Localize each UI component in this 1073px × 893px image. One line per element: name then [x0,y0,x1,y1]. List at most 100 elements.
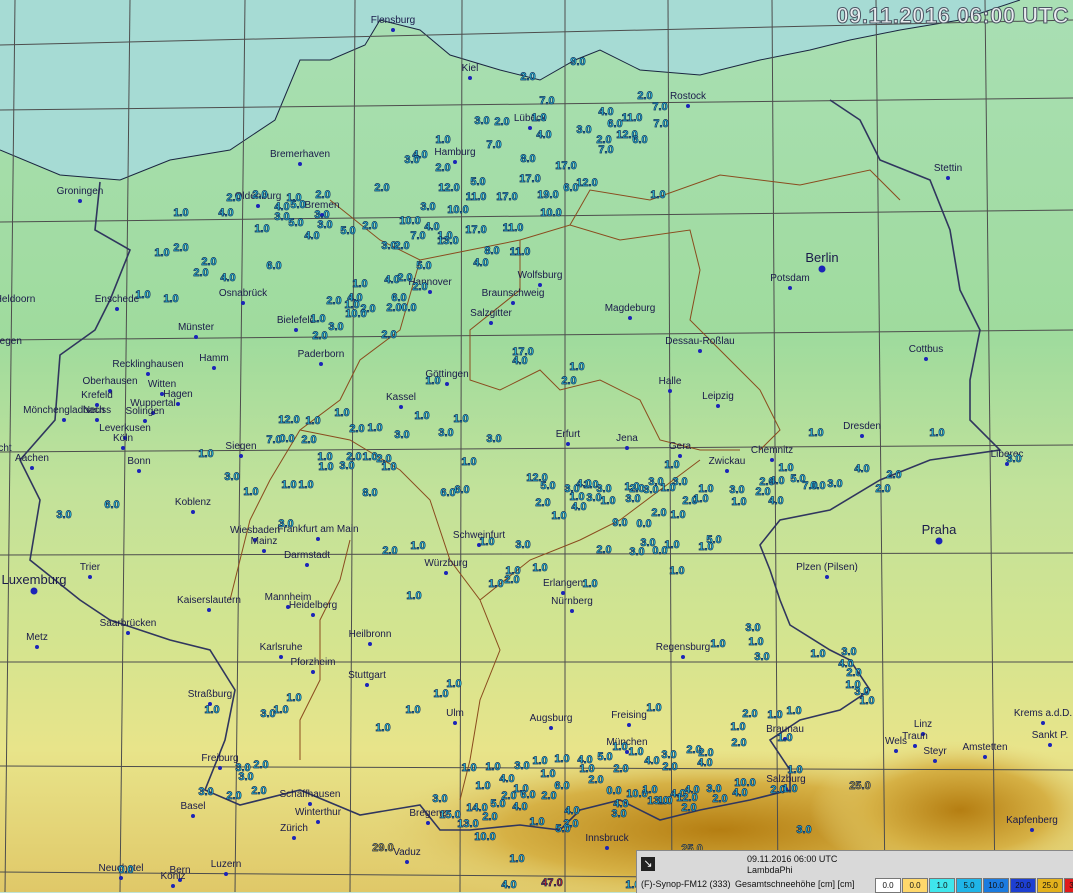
city-dot [78,199,82,203]
snow-depth-label: 1.0 [425,375,440,387]
city-dot [146,372,150,376]
city-label: Köniz [160,871,185,882]
city-label: Osnabrück [219,288,268,299]
snow-depth-label: 1.0 [414,410,429,422]
snow-depth-label: 1.0 [782,783,797,795]
city-dot [1048,743,1052,747]
city-dot [207,608,211,612]
snow-depth-label: 1.0 [650,189,665,201]
snow-depth-label: 1.0 [698,541,713,553]
snow-depth-label: 2.0 [382,545,397,557]
snow-depth-label: 5.0 [416,260,431,272]
city-dot [126,631,130,635]
city-dot [468,76,472,80]
legend-swatch: 30.0 [1064,878,1073,893]
legend-swatch: 0.0 [902,878,928,893]
city-dot [788,286,792,290]
city-dot [212,366,216,370]
snow-depth-label: 11.0 [466,191,487,203]
city-dot [1041,721,1045,725]
snow-depth-label: 5.0 [597,751,612,763]
snow-depth-label: 1.0 [582,578,597,590]
snow-depth-label: 3.0 [432,793,447,805]
city-label: Pforzheim [290,657,335,668]
city-label: Potsdam [770,273,809,284]
city-dot [453,160,457,164]
city-dot [311,613,315,617]
city-label: Wels [885,736,907,747]
snow-depth-label: 25.0 [849,780,870,792]
snow-depth-label: 1.0 [730,721,745,733]
city-dot [716,404,720,408]
snow-depth-label: 0.0 [652,545,667,557]
city-label: Trier [80,562,101,573]
snow-depth-map: FlensburgKielRostockLübeckBremerhaven Ham… [0,0,1073,892]
snow-depth-label: 6.0 [454,484,469,496]
city-dot [818,265,826,273]
snow-depth-label: 17.0 [465,224,486,236]
city-label: Hamm [199,353,228,364]
city-label: Neuss [83,405,111,416]
city-dot [825,575,829,579]
corner-arrow-icon[interactable]: ↘ [641,857,655,871]
snow-depth-label: 1.0 [435,134,450,146]
city-label: Heldoorn [0,294,35,305]
snow-depth-label: 1.0 [485,761,500,773]
snow-depth-label: 17.0 [519,173,540,185]
city-label: Salzgitter [470,308,512,319]
city-label: Paderborn [298,349,345,360]
city-label: Oberhausen [82,376,137,387]
city-dot [262,549,266,553]
city-label: cht [0,443,12,454]
city-dot [1030,828,1034,832]
city-dot [725,469,729,473]
city-dot [365,683,369,687]
city-dot [686,104,690,108]
snow-depth-label: 4.0 [512,355,527,367]
snow-depth-label: 2.0 [412,281,427,293]
snow-depth-label: 1.0 [334,407,349,419]
snow-depth-label: 2.0 [742,708,757,720]
snow-depth-label: 1.0 [310,313,325,325]
snow-depth-label: 2.0 [482,811,497,823]
city-label: Rostock [670,91,707,102]
snow-depth-label: 1.0 [163,293,178,305]
city-label: Stuttgart [348,670,386,681]
city-dot [294,328,298,332]
city-label: Erlangen [543,578,583,589]
snow-depth-label: 2.0 [226,790,241,802]
snow-depth-label: 4.0 [644,755,659,767]
snow-depth-label: 7.0 [652,101,667,113]
snow-depth-label: 4.0 [499,773,514,785]
snow-depth-label: 3.0 [1006,453,1021,465]
snow-depth-label: 6.0 [104,499,119,511]
snow-depth-label: 11.0 [510,246,531,258]
snow-depth-label: 2.0 [875,483,890,495]
snow-depth-label: 1.0 [154,247,169,259]
legend-parameter: Gesamtschneehöhe [cm] [cm] [735,879,855,889]
city-label: Dresden [843,421,881,432]
snow-depth-label: 2.0 [662,761,677,773]
city-dot [218,766,222,770]
city-label: Kassel [386,392,416,403]
snow-depth-label: 1.0 [569,361,584,373]
snow-depth-label: 12.0 [438,182,459,194]
snow-depth-label: 3.0 [420,201,435,213]
snow-depth-label: 1.0 [488,578,503,590]
snow-depth-label: 2.0 [886,469,901,481]
city-label: Heilbronn [349,629,392,640]
snow-depth-label: 1.0 [551,510,566,522]
snow-depth-label: 4.0 [697,757,712,769]
snow-depth-label: 2.0 [349,423,364,435]
city-label: Praha [922,522,957,537]
snow-depth-label: 1.0 [243,486,258,498]
snow-depth-label: 4.0 [564,805,579,817]
city-label: Luzern [211,859,242,870]
city-dot [453,721,457,725]
snow-depth-label: 3.0 [394,429,409,441]
city-dot [368,642,372,646]
city-label: Dessau-Roßlau [665,336,734,347]
snow-depth-label: 1.0 [410,540,425,552]
snow-depth-label: 3.0 [515,539,530,551]
snow-depth-label: 1.0 [664,459,679,471]
